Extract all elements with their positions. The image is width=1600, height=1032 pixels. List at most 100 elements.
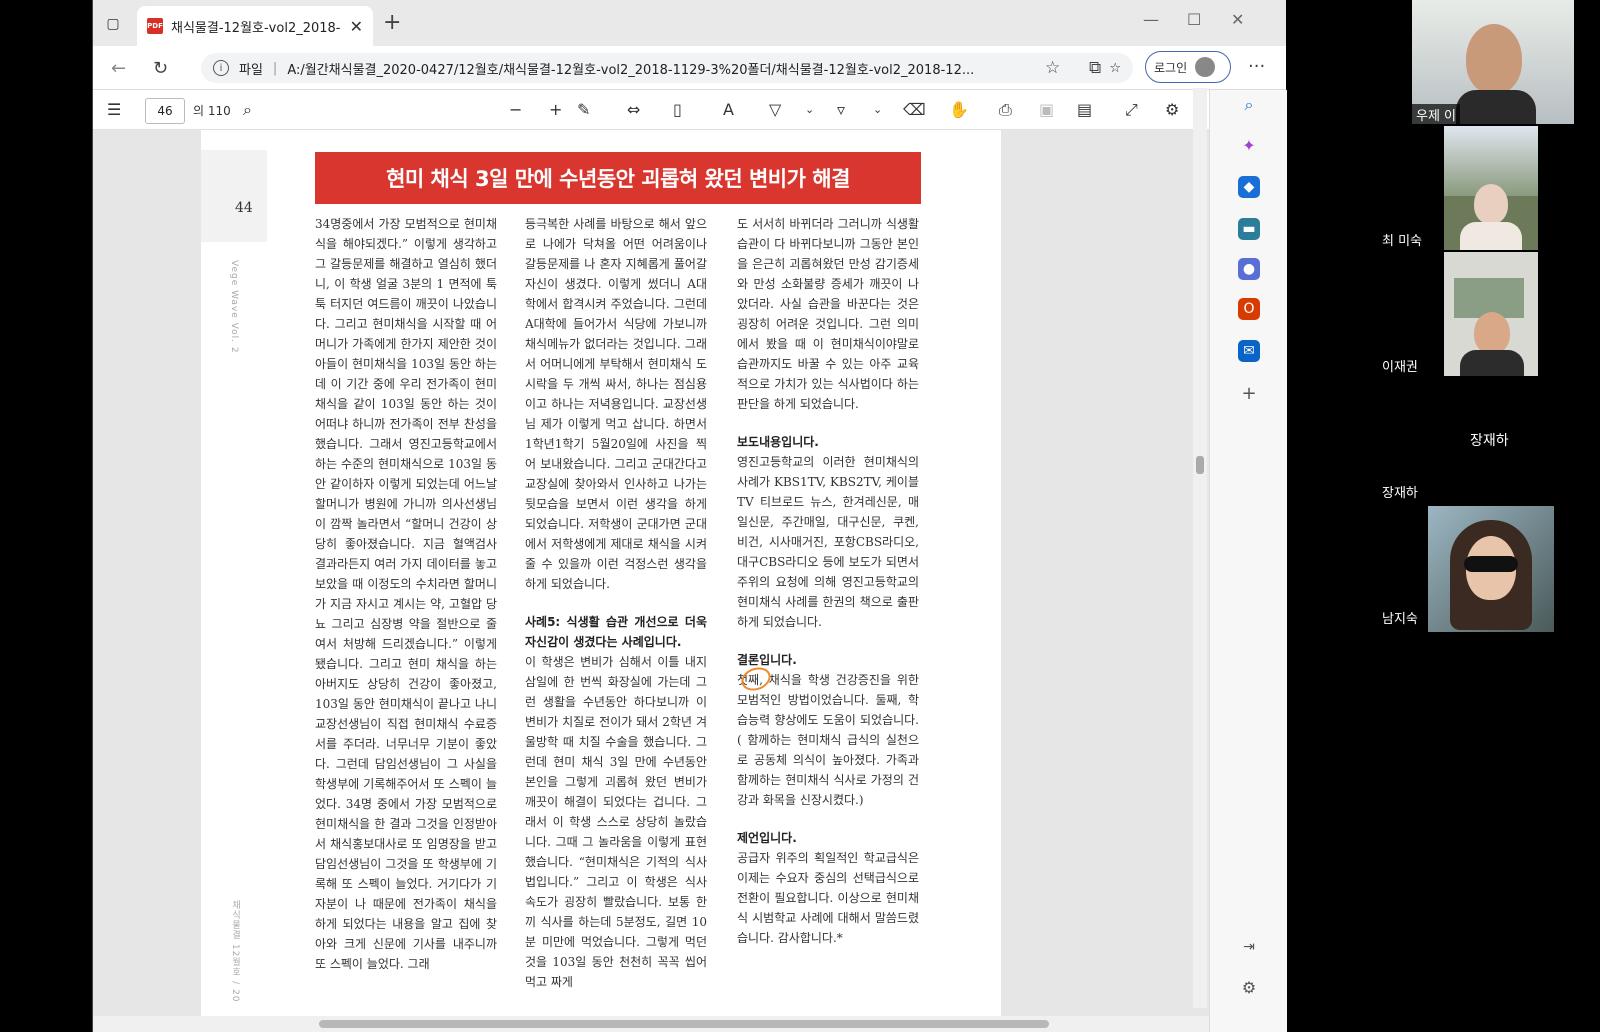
article-title-bar: 현미 채식 3일 만에 수년동안 괴롭혀 왔던 변비가 해결 xyxy=(315,152,921,204)
participant-video[interactable]: 우제 이 xyxy=(1412,0,1574,124)
settings-icon[interactable]: ⚙ xyxy=(1238,976,1260,998)
participant-body xyxy=(1456,90,1536,124)
favorites-icon[interactable]: ☆ xyxy=(1045,58,1060,78)
participant-face xyxy=(1466,24,1522,94)
page-number: 44 xyxy=(235,200,253,216)
print-icon[interactable]: ⎙ xyxy=(999,100,1012,120)
draw-cursor-icon[interactable]: ✎ xyxy=(577,100,590,119)
participant-name: 최 미숙 xyxy=(1382,234,1423,249)
participant-face xyxy=(1474,312,1510,354)
games-icon[interactable]: ● xyxy=(1238,258,1260,280)
vertical-label: Vege Wave Vol. 2 xyxy=(229,260,239,354)
shopping-icon[interactable]: ◆ xyxy=(1238,176,1260,198)
back-icon[interactable]: ← xyxy=(111,58,126,79)
close-icon[interactable]: ✕ xyxy=(350,17,363,36)
section-heading: 제언입니다. xyxy=(737,831,797,845)
page-view-icon[interactable]: ▯ xyxy=(673,100,682,119)
pdf-toolbar: ☰ 46 의 110 ⌕ − + ✎ ⇔ ▯ A ▽ ⌄ ▿ ⌄ ⌫ ✋ ⎙ ▣… xyxy=(93,90,1209,130)
participant-body xyxy=(1460,350,1524,376)
browser-sidebar: ⌕ ✦ ◆ ▬ ● O ✉ + ⇥ ⚙ xyxy=(1209,90,1287,1032)
maximize-icon[interactable]: ☐ xyxy=(1187,10,1201,29)
article-title: 현미 채식 3일 만에 수년동안 괴롭혀 왔던 변비가 해결 xyxy=(386,167,850,191)
section-heading: 보도내용입니다. xyxy=(737,435,819,449)
more-menu-icon[interactable]: ··· xyxy=(1248,56,1265,77)
collections-icon[interactable]: ⧉ xyxy=(1089,58,1101,78)
participant-name: 장재하 xyxy=(1382,486,1418,501)
close-window-icon[interactable]: ✕ xyxy=(1231,10,1244,29)
eraser-icon[interactable]: ⌫ xyxy=(903,100,926,119)
highlight-icon[interactable]: ▽ xyxy=(769,100,781,119)
paragraph: 34명중에서 가장 모범적으로 현미채식을 해야되겠다.” 이렇게 생각하고 그… xyxy=(315,217,497,971)
tools-icon[interactable]: ▬ xyxy=(1238,218,1260,240)
page-number-input[interactable]: 46 xyxy=(145,98,185,124)
fit-width-icon[interactable]: ⇔ xyxy=(627,100,640,119)
save-as-icon[interactable]: ▤ xyxy=(1077,100,1092,119)
scrollbar-thumb[interactable] xyxy=(1196,456,1204,474)
url-separator: | xyxy=(272,60,278,76)
participant-name: 남지숙 xyxy=(1382,612,1418,627)
section-heading: 사례5: 식생활 습관 개선으로 더욱 자신감이 생겼다는 사례입니다. xyxy=(525,615,707,649)
camera-off-name: 장재하 xyxy=(1470,433,1509,449)
url-scheme-label: 파일 xyxy=(239,62,263,78)
profile-avatar-icon xyxy=(1195,57,1216,77)
paragraph: 공급자 위주의 획일적인 학교급식은 이제는 수요자 중심의 선택급식으로 전환… xyxy=(737,851,919,945)
search-icon[interactable]: ⌕ xyxy=(243,100,252,120)
minimize-icon[interactable]: — xyxy=(1143,10,1159,29)
url-field[interactable]: i 파일 | A:/월간채식물결_2020-0427/12월호/채식물결-12월… xyxy=(201,53,1133,83)
text-column-3: 도 서서히 바뀌더라 그러니까 식생활 습관이 다 바뀌다보니까 그동안 본인을… xyxy=(737,214,919,948)
new-tab-icon[interactable]: + xyxy=(383,12,401,34)
login-label: 로그인 xyxy=(1154,60,1188,75)
browser-window: ▢ PDF 채식물결-12월호-vol2_2018-120 ✕ + — ☐ ✕ … xyxy=(92,0,1287,1032)
zoom-in-icon[interactable]: + xyxy=(549,100,562,119)
favorite-add-icon[interactable]: ☆ xyxy=(1109,61,1121,76)
hide-sidebar-icon[interactable]: ⇥ xyxy=(1238,936,1260,958)
participant-name: 이재권 xyxy=(1382,360,1418,375)
contents-icon[interactable]: ☰ xyxy=(107,100,121,119)
section-heading: 결론입니다. xyxy=(737,653,797,667)
save-icon[interactable]: ▣ xyxy=(1039,100,1054,119)
tab-pdf[interactable]: PDF 채식물결-12월호-vol2_2018-120 ✕ xyxy=(137,6,373,46)
search-icon[interactable]: ⌕ xyxy=(1238,94,1260,116)
pdf-viewer[interactable]: 44 Vege Wave Vol. 2 채식물결 12월호 / 20 현미 채식… xyxy=(93,130,1209,1020)
add-icon[interactable]: + xyxy=(1238,382,1260,404)
office-icon[interactable]: O xyxy=(1238,298,1260,320)
draw-icon[interactable]: ▿ xyxy=(837,100,845,119)
refresh-icon[interactable]: ↻ xyxy=(153,58,168,79)
login-button[interactable]: 로그인 xyxy=(1145,51,1231,83)
horizontal-scrollbar[interactable] xyxy=(93,1016,1209,1032)
copilot-icon[interactable]: ✦ xyxy=(1238,134,1260,156)
text-column-2: 등극복한 사례를 바탕으로 해서 앞으로 나에가 닥쳐올 어떤 어려움이나 갈등… xyxy=(525,214,707,992)
page-number-column: 44 xyxy=(201,150,267,242)
participant-video[interactable] xyxy=(1444,126,1538,250)
pdf-icon: PDF xyxy=(147,18,163,34)
info-icon[interactable]: i xyxy=(213,60,229,76)
settings-icon[interactable]: ⚙ xyxy=(1165,100,1179,119)
scrollbar-thumb[interactable] xyxy=(319,1020,1049,1028)
tab-title: 채식물결-12월호-vol2_2018-120 xyxy=(171,20,342,36)
participant-video[interactable] xyxy=(1428,506,1554,632)
hand-icon[interactable]: ✋ xyxy=(949,100,969,119)
paragraph: 도 서서히 바뀌더라 그러니까 식생활 습관이 다 바뀌다보니까 그동안 본인을… xyxy=(737,217,919,411)
fullscreen-icon[interactable]: ⤢ xyxy=(1125,100,1138,120)
read-aloud-icon[interactable]: A xyxy=(723,100,734,119)
participant-name: 우제 이 xyxy=(1412,104,1461,124)
vertical-label: 채식물결 12월호 / 20 xyxy=(230,900,240,1003)
address-bar: ← ↻ i 파일 | A:/월간채식물결_2020-0427/12월호/채식물결… xyxy=(93,46,1286,90)
url-text: A:/월간채식물결_2020-0427/12월호/채식물결-12월호-vol2_… xyxy=(287,62,975,78)
sunglasses-icon xyxy=(1464,556,1518,572)
tab-actions-icon[interactable]: ▢ xyxy=(101,12,125,36)
page-total: 의 110 xyxy=(193,104,231,118)
participant-face xyxy=(1474,184,1508,224)
tab-strip: ▢ PDF 채식물결-12월호-vol2_2018-120 ✕ + — ☐ ✕ xyxy=(93,0,1286,46)
zoom-out-icon[interactable]: − xyxy=(509,100,522,119)
vertical-scrollbar[interactable] xyxy=(1193,88,1207,1008)
paragraph: 첫째, 채식을 학생 건강증진을 위한 모범적인 방법이었습니다. 둘째, 학습… xyxy=(737,673,919,807)
chevron-down-icon[interactable]: ⌄ xyxy=(805,103,814,116)
chevron-down-icon[interactable]: ⌄ xyxy=(873,103,882,116)
text-column-1: 34명중에서 가장 모범적으로 현미채식을 해야되겠다.” 이렇게 생각하고 그… xyxy=(315,214,497,974)
outlook-icon[interactable]: ✉ xyxy=(1238,340,1260,362)
paragraph: 등극복한 사례를 바탕으로 해서 앞으로 나에가 닥쳐올 어떤 어려움이나 갈등… xyxy=(525,217,707,591)
participant-video[interactable] xyxy=(1444,252,1538,376)
paragraph: 이 학생은 변비가 심해서 이틀 내지 삼일에 한 번씩 화장실에 가는데 그런… xyxy=(525,655,707,989)
screen: ▢ PDF 채식물결-12월호-vol2_2018-120 ✕ + — ☐ ✕ … xyxy=(0,0,1600,1032)
